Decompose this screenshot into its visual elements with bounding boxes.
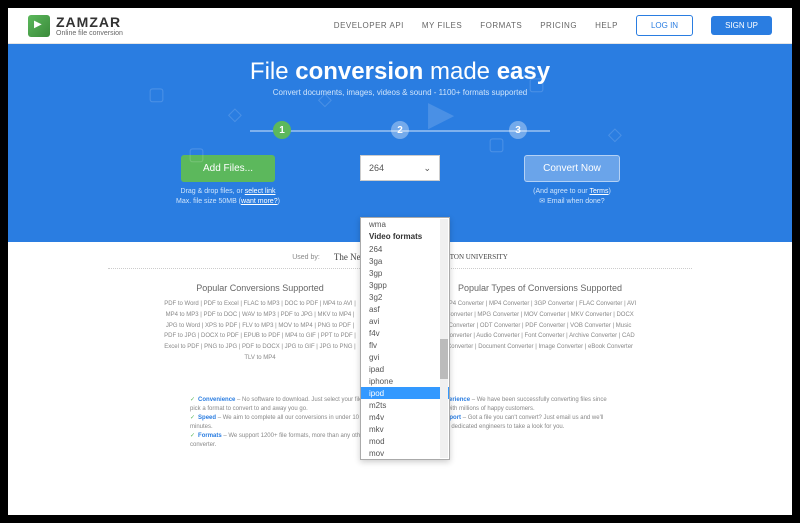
format-select[interactable]: 264 ⌄ <box>360 155 440 181</box>
chevron-down-icon: ⌄ <box>423 163 431 174</box>
logo-icon <box>28 15 50 37</box>
nav-pricing[interactable]: PRICING <box>540 21 577 30</box>
popular-left-title: Popular Conversions Supported <box>160 283 360 293</box>
nav-help[interactable]: HELP <box>595 21 618 30</box>
nav-formats[interactable]: FORMATS <box>480 21 522 30</box>
step-3: 3 <box>509 121 527 139</box>
dd-item[interactable]: avi <box>361 315 449 327</box>
dd-item[interactable]: mod <box>361 435 449 447</box>
dd-item[interactable]: gvi <box>361 351 449 363</box>
brand-tagline: Online file conversion <box>56 30 123 37</box>
why-support: ✓Support – Got a file you can't convert?… <box>430 414 610 432</box>
dd-item[interactable]: flv <box>361 339 449 351</box>
nav-files[interactable]: MY FILES <box>422 21 462 30</box>
step-2: 2 <box>391 121 409 139</box>
popular-right-links[interactable]: MP4 Converter | MP4 Converter | 3GP Conv… <box>440 299 640 353</box>
dd-item[interactable]: mkv <box>361 423 449 435</box>
format-dropdown[interactable]: wma Video formats 264 3ga 3gp 3gpp 3g2 a… <box>360 217 450 460</box>
step-1: 1 <box>273 121 291 139</box>
dd-item[interactable]: 3g2 <box>361 291 449 303</box>
dd-item[interactable]: wma <box>361 218 449 230</box>
logo[interactable]: ZAMZAR Online file conversion <box>28 14 123 37</box>
popular-right-title: Popular Types of Conversions Supported <box>440 283 640 293</box>
login-button[interactable]: LOG IN <box>636 15 693 36</box>
dd-item[interactable]: 3gpp <box>361 279 449 291</box>
why-speed: ✓Speed – We aim to complete all our conv… <box>190 414 370 432</box>
brand-name: ZAMZAR <box>56 14 121 30</box>
dd-item[interactable]: 3ga <box>361 255 449 267</box>
dropdown-scrollbar[interactable] <box>440 219 448 458</box>
dd-item-selected[interactable]: ipod <box>361 387 449 399</box>
dd-item[interactable]: asf <box>361 303 449 315</box>
signup-button[interactable]: SIGN UP <box>711 16 772 35</box>
dd-item[interactable]: m2ts <box>361 399 449 411</box>
dd-item[interactable]: f4v <box>361 327 449 339</box>
usedby-label: Used by: <box>292 254 320 261</box>
why-formats: ✓Formats – We support 1200+ file formats… <box>190 432 370 450</box>
dd-item[interactable]: iphone <box>361 375 449 387</box>
dd-item[interactable]: ipad <box>361 363 449 375</box>
dd-item[interactable]: mov <box>361 447 449 459</box>
dd-header: Video formats <box>361 230 449 243</box>
why-experience: ✓Experience – We have been successfully … <box>430 396 610 414</box>
dd-item[interactable]: 3gp <box>361 267 449 279</box>
dd-item[interactable]: 264 <box>361 243 449 255</box>
popular-left-links[interactable]: PDF to Word | PDF to Excel | FLAC to MP3… <box>160 299 360 364</box>
dd-item[interactable]: m4v <box>361 411 449 423</box>
nav-api[interactable]: DEVELOPER API <box>334 21 404 30</box>
scrollbar-thumb[interactable] <box>440 339 448 379</box>
hero-bg-decoration: ▢◇ ▢◇ ▢▶ ▢◇ <box>8 44 792 242</box>
why-convenience: ✓Convenience – No software to download. … <box>190 396 370 414</box>
format-selected-value: 264 <box>369 163 384 173</box>
